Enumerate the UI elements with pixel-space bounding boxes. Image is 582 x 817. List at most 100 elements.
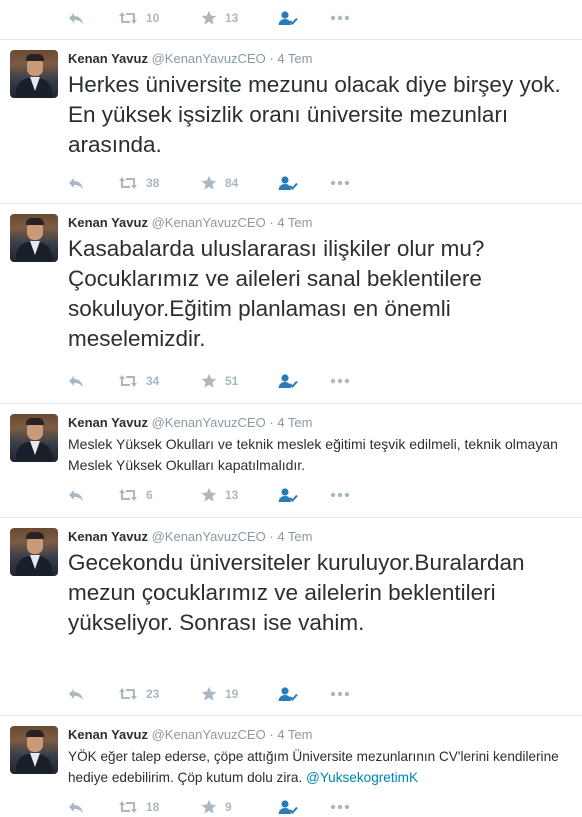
reply-icon bbox=[68, 686, 84, 702]
follow-icon bbox=[278, 487, 298, 503]
favorite-button[interactable]: 13 bbox=[201, 8, 238, 28]
follow-icon bbox=[278, 686, 298, 702]
tweet[interactable]: Kenan Yavuz @KenanYavuzCEO · 4 Tem Gecek… bbox=[0, 518, 582, 716]
avatar[interactable] bbox=[10, 50, 58, 98]
tweet-text: Herkes üniversite mezunu olacak diye bir… bbox=[68, 72, 561, 157]
reply-icon bbox=[68, 373, 84, 389]
author-handle[interactable]: @KenanYavuzCEO bbox=[152, 215, 266, 230]
more-icon bbox=[330, 804, 350, 810]
retweet-icon bbox=[118, 175, 138, 191]
author-handle[interactable]: @KenanYavuzCEO bbox=[152, 415, 266, 430]
favorite-button[interactable]: 51 bbox=[201, 371, 238, 391]
more-button[interactable] bbox=[330, 684, 350, 704]
more-button[interactable] bbox=[330, 173, 350, 193]
follow-button[interactable] bbox=[278, 371, 298, 391]
author-handle[interactable]: @KenanYavuzCEO bbox=[152, 51, 266, 66]
retweet-button[interactable]: 6 bbox=[118, 485, 153, 505]
retweet-count: 18 bbox=[146, 800, 160, 814]
more-button[interactable] bbox=[330, 371, 350, 391]
tweet-date[interactable]: 4 Tem bbox=[277, 529, 312, 544]
more-icon bbox=[330, 180, 350, 186]
mention-link[interactable]: @YuksekogretimK bbox=[306, 770, 418, 785]
separator-dot: · bbox=[269, 727, 274, 742]
follow-button[interactable] bbox=[278, 173, 298, 193]
favorite-count: 13 bbox=[225, 11, 239, 25]
retweet-count: 10 bbox=[146, 11, 160, 25]
author-name[interactable]: Kenan Yavuz bbox=[68, 215, 148, 230]
avatar[interactable] bbox=[10, 214, 58, 262]
separator-dot: · bbox=[269, 51, 274, 66]
retweet-count: 38 bbox=[146, 176, 160, 190]
follow-button[interactable] bbox=[278, 684, 298, 704]
star-icon bbox=[201, 175, 217, 191]
star-icon bbox=[201, 799, 217, 815]
favorite-count: 84 bbox=[225, 176, 239, 190]
separator-dot: · bbox=[269, 415, 274, 430]
tweet-date[interactable]: 4 Tem bbox=[277, 51, 312, 66]
author-handle[interactable]: @KenanYavuzCEO bbox=[152, 529, 266, 544]
tweet-header: Kenan Yavuz @KenanYavuzCEO · 4 Tem bbox=[68, 727, 312, 743]
favorite-count: 9 bbox=[225, 800, 232, 814]
reply-button[interactable] bbox=[68, 485, 84, 505]
retweet-button[interactable]: 23 bbox=[118, 684, 159, 704]
reply-button[interactable] bbox=[68, 8, 84, 28]
reply-button[interactable] bbox=[68, 684, 84, 704]
tweet[interactable]: Kenan Yavuz @KenanYavuzCEO · 4 Tem Herke… bbox=[0, 40, 582, 204]
tweet[interactable]: Kenan Yavuz @KenanYavuzCEO · 4 Tem Kasab… bbox=[0, 204, 582, 404]
retweet-icon bbox=[118, 10, 138, 26]
retweet-count: 23 bbox=[146, 687, 160, 701]
author-name[interactable]: Kenan Yavuz bbox=[68, 51, 148, 66]
tweet-text: Meslek Yüksek Okulları ve teknik meslek … bbox=[68, 436, 558, 473]
follow-icon bbox=[278, 10, 298, 26]
author-name[interactable]: Kenan Yavuz bbox=[68, 415, 148, 430]
tweet-header: Kenan Yavuz @KenanYavuzCEO · 4 Tem bbox=[68, 215, 312, 231]
reply-icon bbox=[68, 175, 84, 191]
reply-button[interactable] bbox=[68, 371, 84, 391]
tweet-date[interactable]: 4 Tem bbox=[277, 215, 312, 230]
follow-button[interactable] bbox=[278, 8, 298, 28]
follow-button[interactable] bbox=[278, 485, 298, 505]
tweet-header: Kenan Yavuz @KenanYavuzCEO · 4 Tem bbox=[68, 51, 312, 67]
more-button[interactable] bbox=[330, 485, 350, 505]
tweet[interactable]: Kenan Yavuz @KenanYavuzCEO · 4 Tem Mesle… bbox=[0, 404, 582, 518]
reply-icon bbox=[68, 799, 84, 815]
retweet-icon bbox=[118, 487, 138, 503]
reply-button[interactable] bbox=[68, 797, 84, 817]
tweet[interactable]: Kenan Yavuz @KenanYavuzCEO · 4 Tem YÖK e… bbox=[0, 716, 582, 806]
favorite-button[interactable]: 9 bbox=[201, 797, 232, 817]
reply-icon bbox=[68, 10, 84, 26]
retweet-button[interactable]: 10 bbox=[118, 8, 159, 28]
follow-icon bbox=[278, 373, 298, 389]
retweet-button[interactable]: 18 bbox=[118, 797, 159, 817]
favorite-button[interactable]: 84 bbox=[201, 173, 238, 193]
more-button[interactable] bbox=[330, 8, 350, 28]
retweet-count: 6 bbox=[146, 488, 153, 502]
avatar[interactable] bbox=[10, 726, 58, 774]
more-icon bbox=[330, 492, 350, 498]
tweet-date[interactable]: 4 Tem bbox=[277, 415, 312, 430]
star-icon bbox=[201, 373, 217, 389]
author-name[interactable]: Kenan Yavuz bbox=[68, 529, 148, 544]
tweet-text: Gecekondu üniversiteler kuruluyor.Burala… bbox=[68, 550, 525, 635]
retweet-button[interactable]: 34 bbox=[118, 371, 159, 391]
follow-button[interactable] bbox=[278, 797, 298, 817]
tweet-header: Kenan Yavuz @KenanYavuzCEO · 4 Tem bbox=[68, 529, 312, 545]
favorite-count: 13 bbox=[225, 488, 239, 502]
retweet-icon bbox=[118, 686, 138, 702]
more-icon bbox=[330, 378, 350, 384]
follow-icon bbox=[278, 175, 298, 191]
favorite-button[interactable]: 13 bbox=[201, 485, 238, 505]
avatar[interactable] bbox=[10, 528, 58, 576]
tweet-date[interactable]: 4 Tem bbox=[277, 727, 312, 742]
author-handle[interactable]: @KenanYavuzCEO bbox=[152, 727, 266, 742]
more-button[interactable] bbox=[330, 797, 350, 817]
separator-dot: · bbox=[269, 529, 274, 544]
retweet-button[interactable]: 38 bbox=[118, 173, 159, 193]
tweet-text: Kasabalarda uluslararası ilişkiler olur … bbox=[68, 236, 485, 351]
separator-dot: · bbox=[269, 215, 274, 230]
reply-icon bbox=[68, 487, 84, 503]
author-name[interactable]: Kenan Yavuz bbox=[68, 727, 148, 742]
avatar[interactable] bbox=[10, 414, 58, 462]
favorite-button[interactable]: 19 bbox=[201, 684, 238, 704]
reply-button[interactable] bbox=[68, 173, 84, 193]
